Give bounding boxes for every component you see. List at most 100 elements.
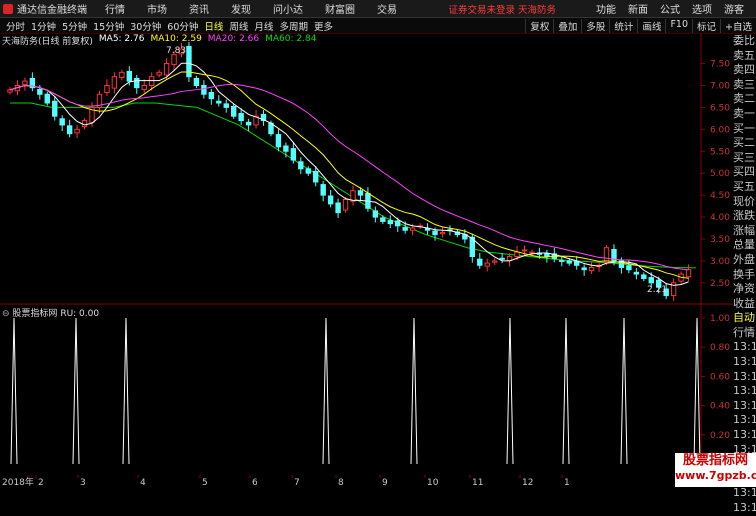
candle [216,95,222,107]
y-tick-label: 4.00 [710,213,730,223]
side-panel-item: 买一 [733,121,755,135]
date-tick-label: 2018年 [2,476,34,487]
candle [484,258,490,272]
tab-fenshi[interactable]: 分时 [6,19,25,33]
candle [335,198,341,218]
candle [52,96,58,121]
tab-30min[interactable]: 30分钟 [130,19,161,33]
side-panel-item: 13:1 [733,398,756,412]
menu-caifuquan[interactable]: 财富圈 [325,1,355,16]
candle [141,79,147,93]
date-tick-label: 10 [427,478,439,487]
menu-shichang[interactable]: 市场 [147,1,167,16]
y-tick-label: 4.50 [710,191,730,201]
y-tick-label: 7.00 [710,81,730,91]
candle [372,206,379,223]
tab-multi-period[interactable]: 多周期 [279,19,308,33]
date-tick-label: 5 [202,478,208,487]
candle [290,142,297,164]
candle [81,117,88,130]
menu-hangqing[interactable]: 行情 [105,1,125,16]
candle [29,72,36,92]
tool-biaoji[interactable]: 标记 [692,18,720,33]
y-tick-label: 5.00 [710,169,730,179]
login-status[interactable]: 证券交易未登录 天海防务 [448,2,556,16]
candle [581,264,587,276]
low-price-label: 2.21 [647,285,668,295]
candle [559,256,565,267]
tab-60min[interactable]: 60分钟 [167,19,198,33]
side-panel-item: 13:1 [733,369,756,383]
candle [253,110,259,129]
side-panel-item: 总量 [733,238,755,252]
y-tick-label: 2.50 [710,279,730,289]
menu-zixun[interactable]: 资讯 [189,1,209,16]
candle [134,74,140,94]
date-tick-label: 12 [522,478,533,487]
side-panel-item: 卖二 [733,92,755,106]
sub-indicator-icon: ⊖ [2,309,10,319]
y-tick-label: 3.50 [710,235,730,245]
tool-add-watchlist[interactable]: +自选 [720,18,756,33]
candle [104,79,110,96]
candle [477,253,483,269]
side-panel-item: 13:1 [733,501,756,514]
candle [327,189,334,208]
candle [633,267,640,280]
side-panel-item: 自动 [733,311,755,325]
side-panel-item: 涨跌 [733,209,755,223]
candlestick-chart[interactable]: 7.50 7.00 6.50 6.00 5.50 5.00 4.50 4.00 3.50 3.00… [0,34,733,475]
tool-tongji[interactable]: 统计 [609,18,637,33]
candle [74,124,80,139]
side-panel-item: 13:1 [733,384,756,398]
candle [365,187,371,212]
tab-weekly[interactable]: 周线 [229,19,248,33]
menu-jiaoyi[interactable]: 交易 [377,1,397,16]
sub-y-tick-label: 0.20 [710,431,730,441]
tab-1min[interactable]: 1分钟 [31,19,56,33]
date-tick-label: 2 [38,478,44,487]
tool-f10[interactable]: F10 [665,18,692,33]
tool-duogu[interactable]: 多股 [581,18,609,33]
watermark-logo: 股票指标网 www.7gpzb.com [675,453,756,487]
date-tick-label: 3 [80,478,86,487]
menu-xuanxiang[interactable]: 选项 [692,1,712,16]
menu-xinmian[interactable]: 新面 [628,1,648,16]
menu-youke[interactable]: 游客 [724,1,744,16]
tab-15min[interactable]: 15分钟 [93,19,124,33]
candle [387,215,393,229]
candle [350,185,356,206]
date-tick-label: 7 [294,478,300,487]
menu-faxian[interactable]: 发现 [231,1,251,16]
tool-huaxian[interactable]: 画线 [637,18,665,33]
tool-fuquan[interactable]: 复权 [525,18,553,33]
candle [670,278,677,301]
candle [573,256,580,270]
side-panel-item: 卖四 [733,63,755,77]
side-panel-item: 收益 [733,296,755,310]
menu-gongshi[interactable]: 公式 [660,1,680,16]
side-panel-item: 买五 [733,179,755,193]
side-panel-item: 涨幅 [733,223,755,237]
side-panel-item: 卖一 [733,106,755,120]
tool-diejia[interactable]: 叠加 [553,18,581,33]
tab-5min[interactable]: 5分钟 [62,19,87,33]
candle [544,249,550,263]
side-panel-item: 13:1 [733,428,756,442]
sub-indicator-value: RU: 0.00 [60,309,100,319]
sub-y-tick-label: 0.40 [710,402,730,412]
signal-spike [322,317,330,465]
side-panel-item: 买四 [733,165,755,179]
tab-more[interactable]: 更多 [314,19,333,33]
candle [7,87,13,95]
tab-daily[interactable]: 日线 [204,19,223,33]
candle [283,142,289,158]
watermark-title: 股票指标网 [682,453,748,468]
candle [156,69,162,78]
candle [491,258,498,265]
side-panel-item: 委比 [733,34,755,47]
menu-gongneng[interactable]: 功能 [596,1,616,16]
tab-monthly[interactable]: 月线 [254,19,273,33]
sub-indicator-header: ⊖ 股票指标网 RU: 0.00 [2,306,99,319]
menu-wenxiaoda[interactable]: 问小达 [273,1,303,16]
